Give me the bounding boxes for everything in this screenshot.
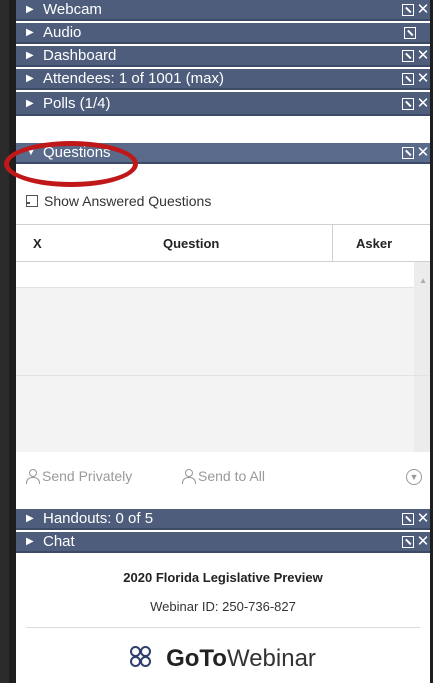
undock-icon[interactable] (402, 512, 414, 525)
column-divider[interactable] (332, 225, 333, 262)
questions-scrollbar[interactable] (414, 262, 430, 452)
expand-arrow-icon[interactable]: ▶ (26, 509, 34, 528)
webinar-id: Webinar ID: 250-736-827 (150, 599, 296, 614)
brand-webinar: Webinar (226, 645, 316, 672)
question-actions: Send Privately Send to All ▼ (16, 462, 430, 492)
webinar-title: 2020 Florida Legislative Preview (123, 570, 323, 585)
send-privately-label: Send Privately (42, 468, 133, 484)
questions-list[interactable] (16, 262, 430, 452)
panel-dashboard-label: Dashboard (43, 47, 117, 64)
panel-audio-label: Audio (43, 24, 82, 41)
person-icon (26, 469, 40, 484)
undock-icon[interactable] (402, 146, 414, 159)
panel-polls-header[interactable]: ▶ Polls (1/4) ✕ (16, 92, 430, 116)
close-icon[interactable]: ✕ (416, 94, 430, 113)
close-icon[interactable]: ✕ (416, 532, 430, 551)
scroll-up-icon[interactable]: ▲ (419, 276, 427, 285)
panel-handouts-header[interactable]: ▶ Handouts: 0 of 5 ✕ (16, 509, 430, 530)
undock-icon[interactable] (404, 26, 416, 39)
send-privately-button[interactable]: Send Privately (26, 468, 132, 484)
divider (16, 375, 430, 376)
more-options-icon[interactable]: ▼ (406, 469, 422, 485)
control-panel: ▶ Webcam ✕ ▶ Audio ▶ Dashboard ✕ ▶ Atten… (16, 0, 430, 683)
checkbox-icon[interactable] (26, 195, 38, 207)
panel-chat-header[interactable]: ▶ Chat ✕ (16, 532, 430, 553)
close-icon[interactable]: ✕ (416, 69, 430, 88)
panel-attendees-header[interactable]: ▶ Attendees: 1 of 1001 (max) ✕ (16, 69, 430, 90)
panel-polls-label: Polls (1/4) (43, 94, 111, 112)
expand-arrow-icon[interactable]: ▶ (26, 0, 34, 19)
panel-webcam-label: Webcam (43, 1, 102, 18)
panel-chat-label: Chat (43, 533, 75, 550)
close-icon[interactable]: ✕ (416, 0, 430, 19)
close-icon[interactable]: ✕ (416, 143, 430, 162)
undock-icon[interactable] (402, 49, 414, 62)
undock-icon[interactable] (402, 97, 414, 110)
control-panel-frame: ▶ Webcam ✕ ▶ Audio ▶ Dashboard ✕ ▶ Atten… (9, 0, 433, 683)
panel-webcam-header[interactable]: ▶ Webcam ✕ (16, 0, 430, 21)
questions-table-header: X Question Asker (16, 224, 430, 262)
expand-arrow-icon[interactable]: ▶ (26, 532, 34, 551)
expand-arrow-icon[interactable]: ▶ (26, 23, 34, 42)
send-to-all-button[interactable]: Send to All (182, 468, 265, 484)
panel-attendees-label: Attendees: 1 of 1001 (max) (43, 70, 224, 87)
highlight-circle (4, 141, 138, 187)
panel-dashboard-header[interactable]: ▶ Dashboard ✕ (16, 46, 430, 67)
undock-icon[interactable] (402, 72, 414, 85)
column-header-question[interactable]: Question (163, 236, 219, 251)
show-answered-label: Show Answered Questions (44, 193, 212, 209)
column-header-asker[interactable]: Asker (356, 236, 392, 251)
undock-icon[interactable] (402, 535, 414, 548)
expand-arrow-icon[interactable]: ▶ (26, 94, 34, 113)
close-icon[interactable]: ✕ (416, 509, 430, 528)
gotowebinar-logo-icon (130, 646, 156, 672)
table-row[interactable] (16, 262, 430, 288)
undock-icon[interactable] (402, 3, 414, 16)
gotowebinar-logo: GoTo Webinar (16, 645, 430, 673)
people-icon (182, 469, 196, 484)
divider (26, 627, 420, 628)
column-header-x[interactable]: X (33, 236, 42, 251)
panel-audio-header[interactable]: ▶ Audio (16, 23, 430, 44)
expand-arrow-icon[interactable]: ▶ (26, 69, 34, 88)
panel-handouts-label: Handouts: 0 of 5 (43, 510, 154, 527)
brand-goto: GoTo (166, 645, 227, 672)
send-to-all-label: Send to All (198, 468, 265, 484)
show-answered-checkbox[interactable]: Show Answered Questions (26, 193, 211, 209)
close-icon[interactable]: ✕ (416, 46, 430, 65)
expand-arrow-icon[interactable]: ▶ (26, 46, 34, 65)
